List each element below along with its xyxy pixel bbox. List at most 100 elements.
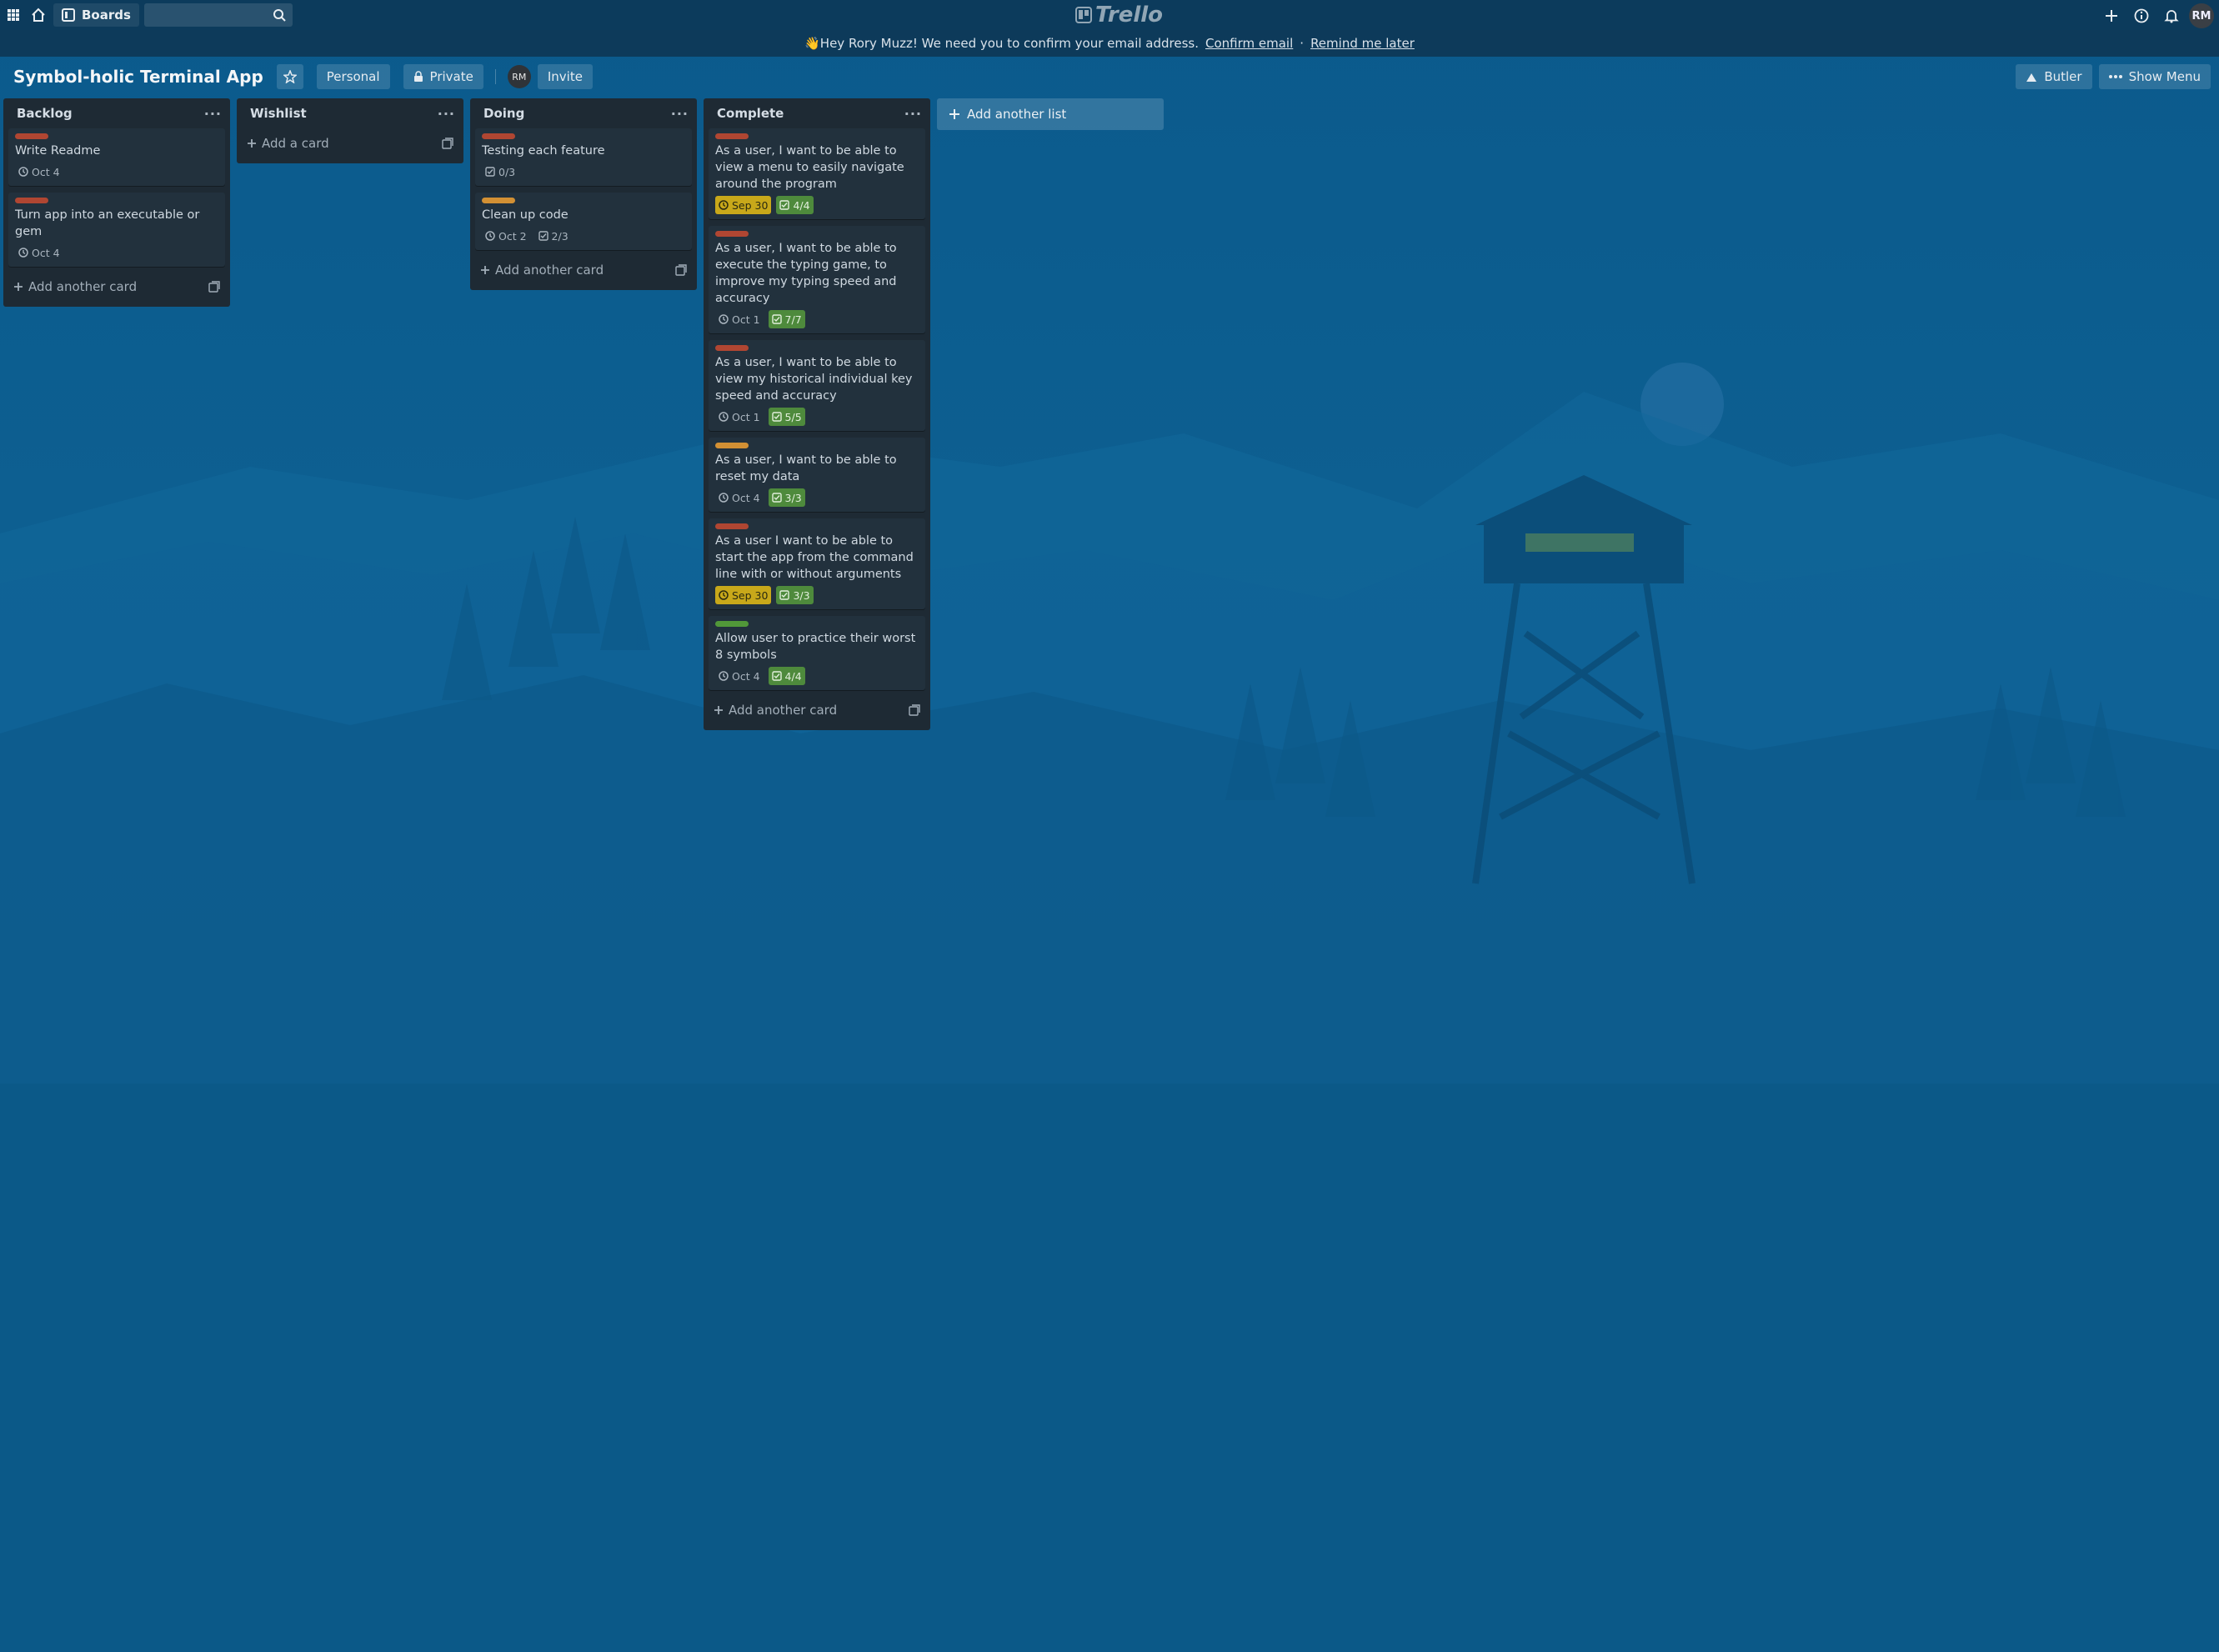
card[interactable]: Allow user to practice their worst 8 sym… [709, 616, 925, 690]
checklist-count: 2/3 [551, 229, 569, 243]
butler-icon [2026, 73, 2037, 82]
board-icon [62, 8, 75, 22]
card-label[interactable] [715, 133, 749, 139]
remind-later-link[interactable]: Remind me later [1310, 36, 1415, 51]
clock-icon [719, 200, 729, 210]
star-board-button[interactable] [276, 64, 303, 89]
user-avatar[interactable]: RM [2189, 3, 2214, 28]
card[interactable]: Turn app into an executable or gem Oct 4 [8, 193, 225, 267]
add-card-button[interactable]: Add another card [8, 273, 225, 300]
card-template-icon[interactable] [909, 704, 920, 716]
boards-button[interactable]: Boards [53, 3, 139, 27]
due-date-badge[interactable]: Oct 1 [715, 310, 764, 328]
due-date-badge[interactable]: Oct 4 [715, 667, 764, 685]
info-button[interactable] [2129, 4, 2154, 28]
card-label[interactable] [715, 621, 749, 627]
trello-logo-icon [1075, 7, 1092, 23]
invite-button[interactable]: Invite [537, 64, 593, 89]
card-template-icon[interactable] [208, 281, 220, 293]
due-date-badge[interactable]: Oct 4 [15, 243, 63, 262]
list-wishlist: Wishlist ··· Add a card [237, 98, 463, 163]
board-title[interactable]: Symbol-holic Terminal App [13, 63, 263, 90]
add-card-button[interactable]: Add another card [475, 257, 692, 283]
show-menu-button[interactable]: Show Menu [2098, 64, 2211, 89]
add-card-button[interactable]: Add another card [709, 697, 925, 723]
list-title[interactable]: Doing [483, 106, 524, 121]
list-header: Doing ··· [470, 98, 697, 128]
card-template-icon[interactable] [442, 138, 453, 149]
due-date-badge[interactable]: Oct 4 [15, 163, 63, 181]
card-label[interactable] [715, 345, 749, 351]
card[interactable]: As a user, I want to be able to view my … [709, 340, 925, 431]
butler-button[interactable]: Butler [2016, 64, 2092, 89]
apps-grid-button[interactable] [2, 3, 25, 27]
card-badges: Oct 4 [15, 163, 218, 181]
list-title[interactable]: Complete [717, 106, 784, 121]
card-template-icon[interactable] [675, 264, 687, 276]
card-label[interactable] [715, 523, 749, 529]
list-menu-button[interactable]: ··· [904, 106, 922, 122]
checklist-badge: 4/4 [776, 196, 814, 214]
trello-logo[interactable]: Trello [1075, 3, 1163, 28]
plus-icon [949, 109, 959, 119]
due-date-badge[interactable]: Oct 4 [715, 488, 764, 507]
plus-icon [714, 706, 723, 714]
due-date-text: Oct 1 [732, 313, 760, 326]
create-button[interactable] [2099, 4, 2124, 28]
search-input[interactable] [143, 3, 293, 27]
clock-icon [18, 248, 28, 258]
card-label[interactable] [482, 198, 515, 203]
visibility-button[interactable]: Private [403, 64, 483, 89]
add-card-button[interactable]: Add a card [242, 130, 458, 157]
add-card-label: Add another card [495, 263, 604, 278]
checklist-badge: 4/4 [768, 667, 805, 685]
clock-icon [719, 412, 729, 422]
list-menu-button[interactable]: ··· [438, 106, 455, 122]
due-date-badge[interactable]: Sep 30 [715, 586, 772, 604]
plus-icon [481, 266, 489, 274]
card[interactable]: As a user, I want to be able to view a m… [709, 128, 925, 219]
home-button[interactable] [27, 3, 50, 27]
checklist-icon [771, 314, 782, 324]
card[interactable]: As a user I want to be able to start the… [709, 518, 925, 609]
list-doing: Doing ··· Testing each feature 0/3 Clean up … [470, 98, 697, 290]
card-label[interactable] [715, 443, 749, 448]
card-badges: Sep 30 4/4 [715, 196, 919, 214]
list-title[interactable]: Backlog [17, 106, 73, 121]
card[interactable]: Testing each feature 0/3 [475, 128, 692, 186]
due-date-text: Oct 4 [32, 165, 60, 178]
list-menu-button[interactable]: ··· [204, 106, 222, 122]
lock-icon [413, 71, 423, 82]
card-label[interactable] [15, 198, 48, 203]
add-list-button[interactable]: Add another list [937, 98, 1164, 130]
card[interactable]: As a user, I want to be able to reset my… [709, 438, 925, 512]
due-date-badge[interactable]: Oct 2 [482, 227, 530, 245]
card-title: As a user, I want to be able to view my … [715, 356, 913, 403]
banner-separator: · [1300, 36, 1305, 51]
due-date-text: Sep 30 [732, 588, 769, 602]
due-date-badge[interactable]: Sep 30 [715, 196, 772, 214]
list-menu-button[interactable]: ··· [671, 106, 689, 122]
due-date-badge[interactable]: Oct 1 [715, 408, 764, 426]
card-label[interactable] [482, 133, 515, 139]
list-title[interactable]: Wishlist [250, 106, 307, 121]
card-badges: Sep 30 3/3 [715, 586, 919, 604]
checklist-icon [771, 671, 782, 681]
notifications-button[interactable] [2159, 4, 2184, 28]
checklist-badge: 7/7 [768, 310, 805, 328]
checklist-icon [538, 231, 548, 241]
card[interactable]: Clean up code Oct 2 2/3 [475, 193, 692, 250]
checklist-badge: 3/3 [768, 488, 805, 507]
member-avatar[interactable]: RM [507, 65, 531, 88]
confirm-email-link[interactable]: Confirm email [1205, 36, 1293, 51]
clock-icon [719, 590, 729, 600]
logo-text: Trello [1095, 3, 1164, 28]
team-label: Personal [326, 69, 380, 84]
plus-icon [2106, 10, 2117, 22]
team-button[interactable]: Personal [316, 64, 390, 89]
card-label[interactable] [715, 231, 749, 237]
card-label[interactable] [15, 133, 48, 139]
card-title: Clean up code [482, 208, 569, 222]
card[interactable]: As a user, I want to be able to execute … [709, 226, 925, 333]
card[interactable]: Write Readme Oct 4 [8, 128, 225, 186]
